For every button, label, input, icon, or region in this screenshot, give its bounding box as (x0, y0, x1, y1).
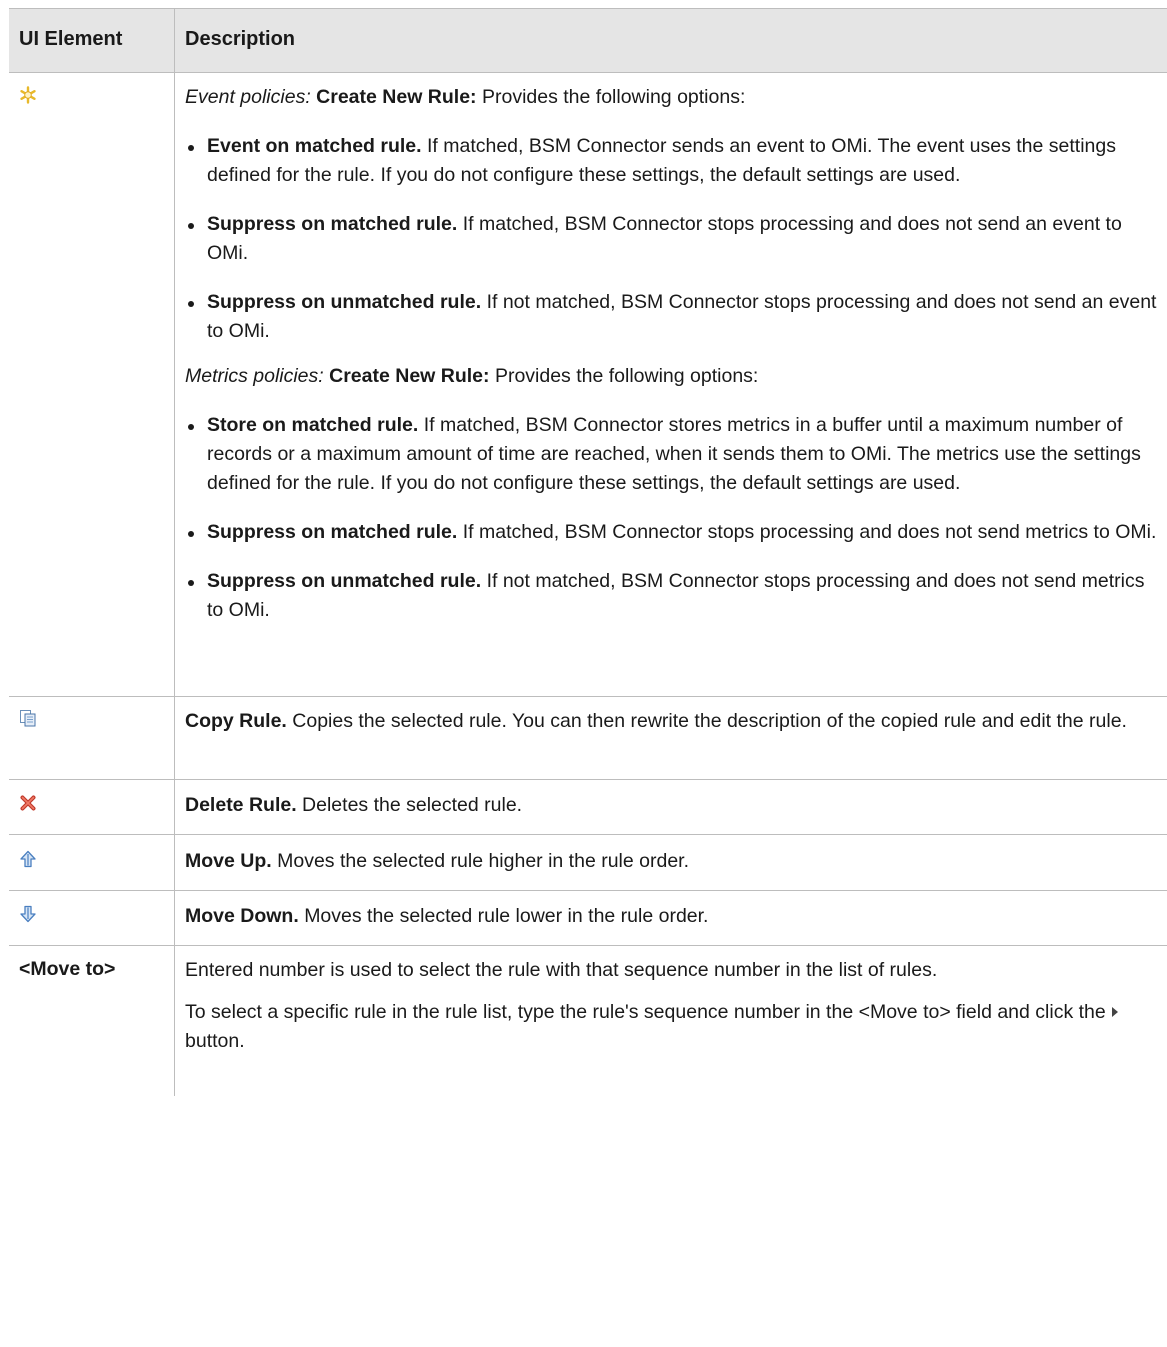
cell-icon (9, 73, 175, 696)
cell-icon (9, 891, 175, 945)
table-row-move-down: Move Down. Moves the selected rule lower… (9, 891, 1167, 946)
cell-icon (9, 780, 175, 834)
create-new-rule-icon[interactable] (19, 86, 39, 106)
table-row-create-rule: Event policies: Create New Rule: Provide… (9, 73, 1167, 697)
list-item: Suppress on unmatched rule. If not match… (185, 288, 1159, 346)
table-row-move-up: Move Up. Moves the selected rule higher … (9, 835, 1167, 891)
copy-rule-icon[interactable] (19, 709, 39, 729)
move-up-icon[interactable] (19, 850, 39, 870)
table-row-move-to: <Move to> Entered number is used to sele… (9, 946, 1167, 1096)
header-description: Description (185, 28, 296, 50)
list-item: Suppress on unmatched rule. If not match… (185, 567, 1159, 625)
metrics-policies-intro: Metrics policies: Create New Rule: Provi… (185, 365, 759, 387)
play-arrow-icon (1111, 1007, 1118, 1017)
cell-icon (9, 835, 175, 890)
move-to-label: <Move to> (19, 958, 116, 980)
cell-create-rule-description: Event policies: Create New Rule: Provide… (175, 73, 1167, 696)
cell-move-down-description: Move Down. Moves the selected rule lower… (175, 891, 1167, 945)
move-up-text: Move Up. Moves the selected rule higher … (185, 850, 690, 872)
cell-icon (9, 697, 175, 779)
delete-rule-text: Delete Rule. Deletes the selected rule. (185, 794, 523, 816)
copy-rule-text: Copy Rule. Copies the selected rule. You… (185, 710, 1127, 732)
list-item: Suppress on matched rule. If matched, BS… (185, 210, 1159, 268)
table-row-delete-rule: Delete Rule. Deletes the selected rule. (9, 780, 1167, 835)
list-item: Event on matched rule. If matched, BSM C… (185, 132, 1159, 190)
cell-delete-rule-description: Delete Rule. Deletes the selected rule. (175, 780, 1167, 834)
table-header-row: UI Element Description (9, 9, 1167, 73)
delete-rule-icon[interactable] (19, 794, 39, 814)
header-ui-element: UI Element (9, 9, 175, 72)
move-down-text: Move Down. Moves the selected rule lower… (185, 905, 709, 927)
move-to-text-1: Entered number is used to select the rul… (185, 959, 938, 981)
cell-move-to-description: Entered number is used to select the rul… (175, 946, 1167, 1096)
list-item: Store on matched rule. If matched, BSM C… (185, 411, 1159, 498)
event-policies-intro: Event policies: Create New Rule: Provide… (185, 86, 746, 108)
cell-copy-rule-description: Copy Rule. Copies the selected rule. You… (175, 697, 1167, 779)
table-row-copy-rule: Copy Rule. Copies the selected rule. You… (9, 697, 1167, 780)
cell-move-up-description: Move Up. Moves the selected rule higher … (175, 835, 1167, 890)
ui-elements-table: UI Element Description Event policies: C… (9, 8, 1167, 1096)
cell-label: <Move to> (9, 946, 175, 1096)
move-down-icon[interactable] (19, 905, 39, 925)
move-to-text-2: To select a specific rule in the rule li… (185, 998, 1159, 1056)
list-item: Suppress on matched rule. If matched, BS… (185, 518, 1159, 547)
